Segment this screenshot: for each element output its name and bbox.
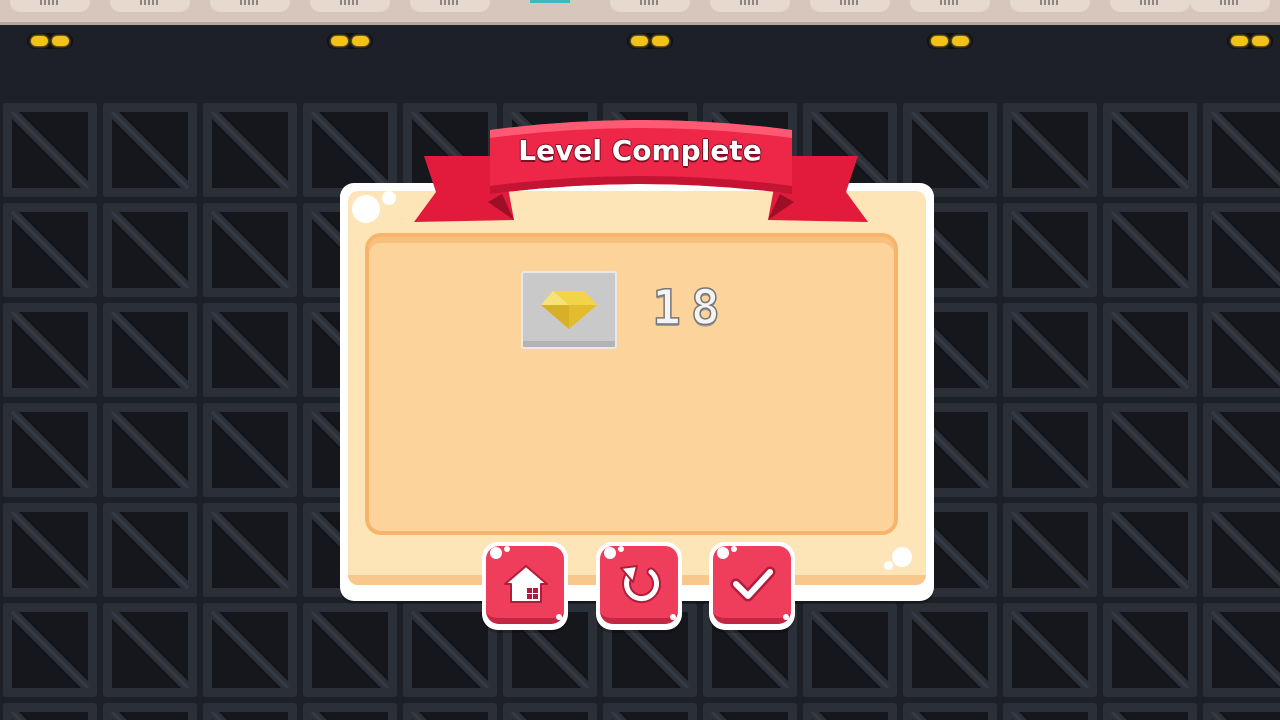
ceiling-lamp: [610, 0, 690, 12]
replay-button[interactable]: [596, 542, 682, 630]
ceiling-lamp: [710, 0, 790, 12]
yellow-light-icon: [27, 33, 73, 49]
progress-sliver: [530, 0, 570, 3]
ceiling-lamp: [810, 0, 890, 12]
shine-bubble: [884, 561, 893, 570]
yellow-light-icon: [627, 33, 673, 49]
ceiling-lamp: [910, 0, 990, 12]
shine-bubble: [352, 195, 380, 223]
ceiling-lamp: [1010, 0, 1090, 12]
ceiling-lamp: [10, 0, 90, 12]
yellow-light-icon: [1227, 33, 1273, 49]
ceiling-lamp: [310, 0, 390, 12]
reward-icon-box: [521, 271, 617, 349]
ceiling-lamp: [410, 0, 490, 12]
yellow-light-icon: [927, 33, 973, 49]
yellow-gem-icon: [541, 291, 597, 329]
reward-area: [365, 233, 898, 535]
shine-bubble: [892, 547, 912, 567]
replay-icon: [620, 565, 661, 604]
ceiling-lamp: [1190, 0, 1270, 12]
reward-count: 18: [651, 279, 730, 337]
home-icon: [504, 565, 548, 603]
ceiling-strip: [0, 0, 1280, 25]
checkmark-icon: [730, 566, 776, 602]
ceiling-lamp: [110, 0, 190, 12]
ceiling-lamp: [210, 0, 290, 12]
dialog-title: Level Complete: [518, 134, 762, 167]
shine-bubble: [382, 191, 396, 205]
home-button[interactable]: [482, 542, 568, 630]
header-band: [0, 25, 1280, 100]
confirm-button[interactable]: [709, 542, 795, 630]
ceiling-lamp: [1110, 0, 1190, 12]
yellow-light-icon: [327, 33, 373, 49]
